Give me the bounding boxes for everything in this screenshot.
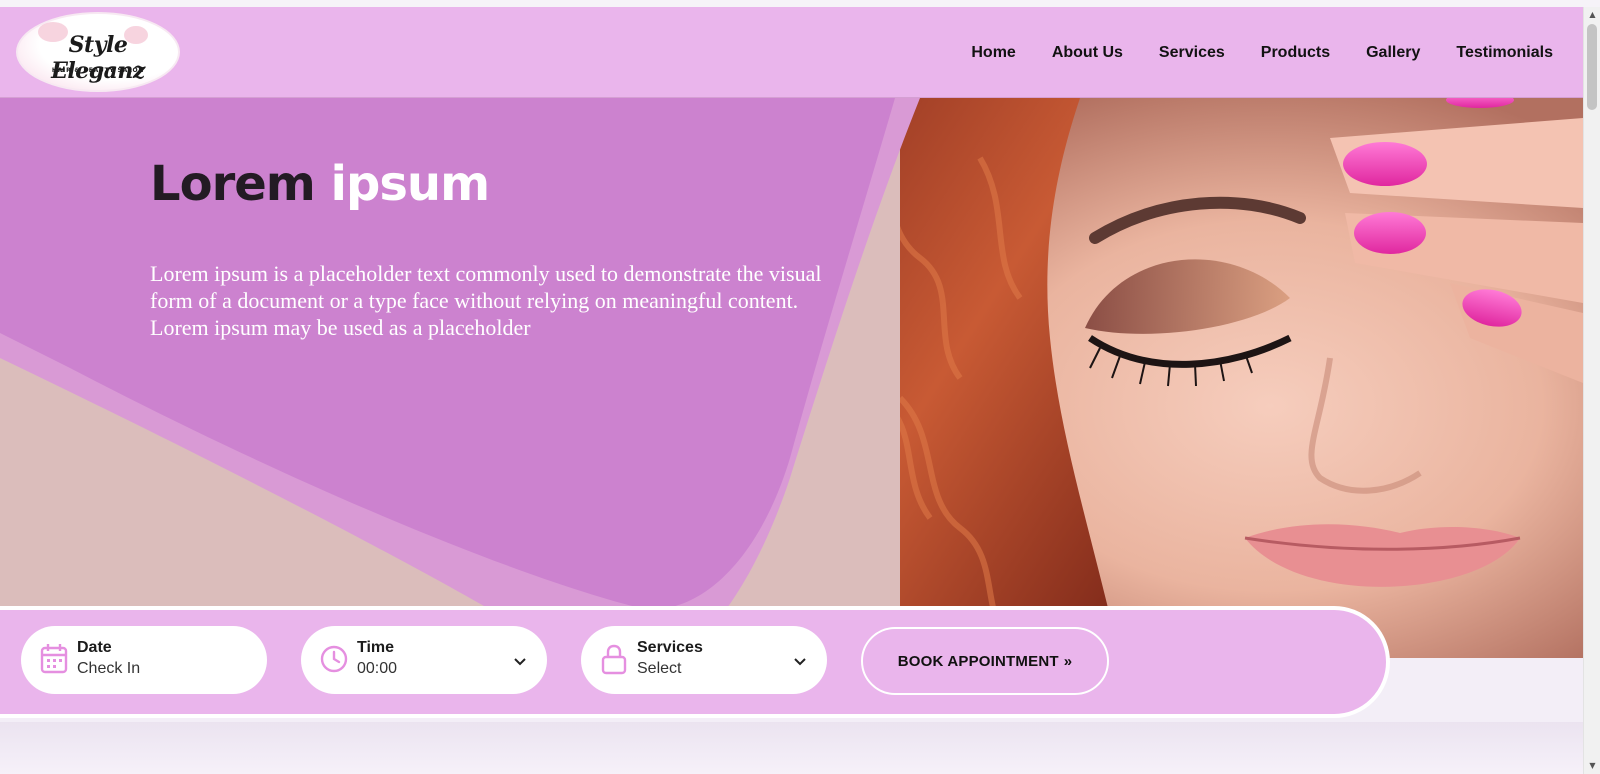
hero-description: Lorem ipsum is a placeholder text common… xyxy=(150,261,822,340)
nav-home[interactable]: Home xyxy=(971,44,1015,62)
book-appointment-label: BOOK APPOINTMENT xyxy=(897,652,1059,670)
nav-products[interactable]: Products xyxy=(1261,44,1330,62)
calendar-icon xyxy=(40,644,68,674)
chevron-down-icon xyxy=(514,658,526,666)
nav-testimonials[interactable]: Testimonials xyxy=(1456,44,1553,62)
time-label: Time xyxy=(357,639,395,656)
date-label: Date xyxy=(77,639,112,656)
nav-about-us[interactable]: About Us xyxy=(1052,44,1123,62)
page-scrollbar[interactable]: ▲ ▼ xyxy=(1583,7,1600,774)
time-value: 00:00 xyxy=(357,660,398,677)
chevron-down-icon xyxy=(794,658,806,666)
hero-title-dark: Lorem xyxy=(150,156,316,212)
double-chevron-right-icon: » xyxy=(1063,652,1073,670)
site-header: Style Eleganz HAIR & BEAUTY SALON Home A… xyxy=(0,7,1583,98)
date-value: Check In xyxy=(77,660,141,677)
salon-logo[interactable]: Style Eleganz HAIR & BEAUTY SALON xyxy=(16,12,180,92)
services-label: Services xyxy=(637,639,703,656)
scroll-down-arrow-icon[interactable]: ▼ xyxy=(1584,758,1600,774)
hero-section: Lorem ipsum Lorem ipsum is a placeholder… xyxy=(0,98,1583,658)
lock-icon xyxy=(601,644,627,675)
scroll-up-arrow-icon[interactable]: ▲ xyxy=(1584,7,1600,23)
services-value: Select xyxy=(637,660,682,677)
clock-icon xyxy=(320,645,348,673)
hero-title: Lorem ipsum xyxy=(150,156,491,212)
time-select[interactable]: Time 00:00 xyxy=(301,626,547,694)
services-select[interactable]: Services Select xyxy=(581,626,827,694)
logo-script-text: Style Eleganz xyxy=(51,32,145,84)
nav-services[interactable]: Services xyxy=(1159,44,1225,62)
main-nav: Home About Us Services Products Gallery … xyxy=(971,7,1553,98)
next-section-top xyxy=(0,722,1583,774)
nav-gallery[interactable]: Gallery xyxy=(1366,44,1420,62)
date-field[interactable]: Date Check In xyxy=(21,626,267,694)
logo-tagline: HAIR & BEAUTY SALON xyxy=(51,67,145,74)
browser-top-strip xyxy=(0,0,1600,7)
scrollbar-thumb[interactable] xyxy=(1587,24,1597,110)
hero-title-light: ipsum xyxy=(330,156,491,212)
book-appointment-button[interactable]: BOOK APPOINTMENT » xyxy=(861,627,1109,695)
